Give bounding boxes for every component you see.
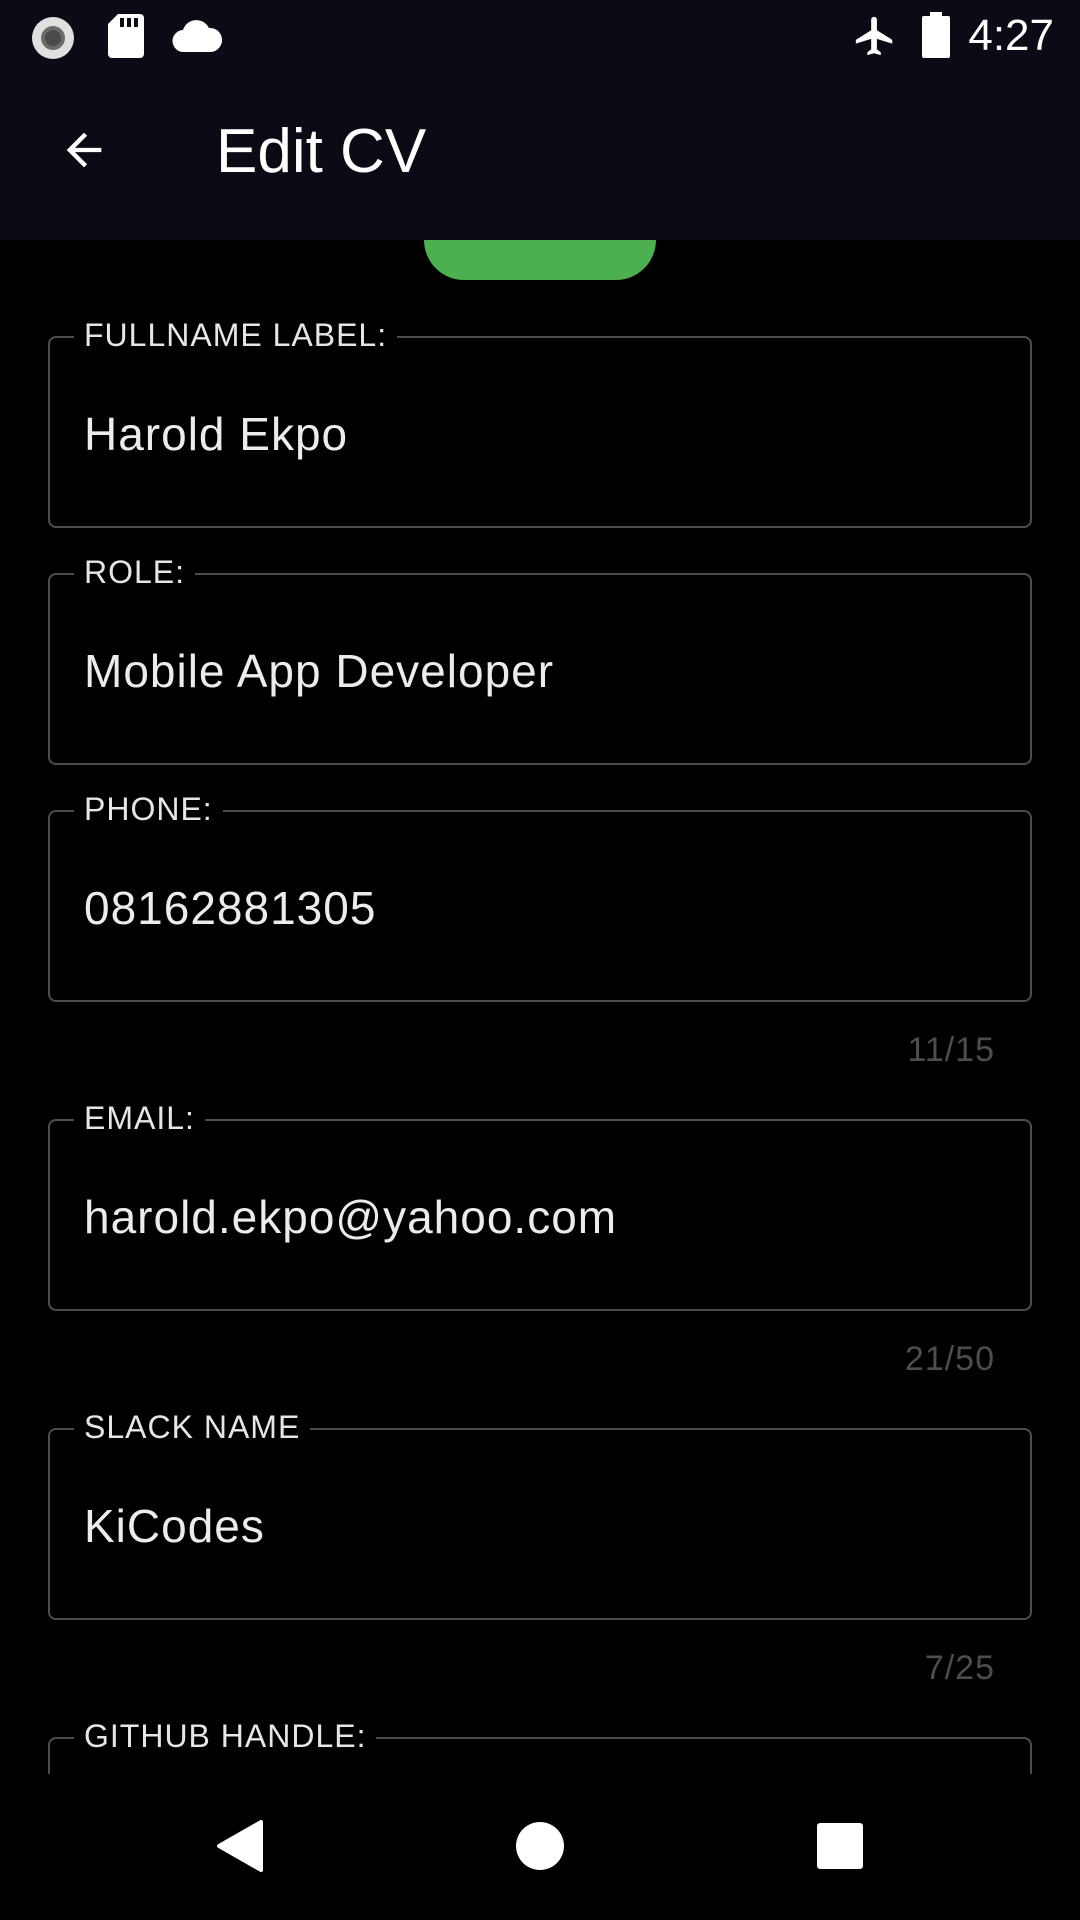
phone-field[interactable]: PHONE: 08162881305 bbox=[48, 791, 1032, 1002]
nav-home-icon bbox=[515, 1821, 565, 1876]
fullname-field[interactable]: FULLNAME LABEL: Harold Ekpo bbox=[48, 317, 1032, 528]
airplane-mode-icon bbox=[852, 12, 898, 65]
back-button[interactable] bbox=[44, 112, 124, 192]
slack-name-char-counter: 7/25 bbox=[924, 1649, 995, 1687]
system-nav-bar bbox=[0, 1774, 1080, 1920]
nav-home-button[interactable] bbox=[492, 1800, 588, 1896]
github-handle-field-label: GITHUB HANDLE: bbox=[74, 1718, 377, 1754]
slack-name-field-label: SLACK NAME bbox=[74, 1409, 311, 1445]
sd-card-icon bbox=[108, 14, 144, 63]
record-icon bbox=[30, 15, 76, 66]
nav-recents-icon bbox=[817, 1822, 863, 1874]
email-field[interactable]: EMAIL: harold.ekpo@yahoo.com bbox=[48, 1100, 1032, 1311]
nav-back-icon bbox=[215, 1818, 265, 1879]
nav-recents-button[interactable] bbox=[792, 1800, 888, 1896]
nav-back-button[interactable] bbox=[192, 1800, 288, 1896]
app-bar: Edit CV bbox=[0, 72, 1080, 240]
phone-input[interactable]: 08162881305 bbox=[84, 880, 1004, 936]
email-field-label: EMAIL: bbox=[74, 1100, 205, 1136]
slack-name-input[interactable]: KiCodes bbox=[84, 1498, 1004, 1554]
page-title: Edit CV bbox=[216, 117, 427, 186]
email-char-counter: 21/50 bbox=[904, 1340, 995, 1378]
role-field[interactable]: ROLE: Mobile App Developer bbox=[48, 554, 1032, 765]
slack-name-field[interactable]: SLACK NAME KiCodes bbox=[48, 1409, 1032, 1620]
edit-cv-form: FULLNAME LABEL: Harold Ekpo ROLE: Mobile… bbox=[0, 240, 1080, 1774]
green-action-button[interactable] bbox=[424, 240, 656, 280]
role-input[interactable]: Mobile App Developer bbox=[84, 643, 1004, 699]
battery-icon bbox=[922, 12, 950, 63]
phone-field-label: PHONE: bbox=[74, 791, 223, 827]
github-handle-field[interactable]: GITHUB HANDLE: bbox=[48, 1718, 1032, 1774]
fullname-field-label: FULLNAME LABEL: bbox=[74, 317, 398, 353]
phone-char-counter: 11/15 bbox=[907, 1031, 995, 1069]
fullname-input[interactable]: Harold Ekpo bbox=[84, 406, 1004, 462]
arrow-back-icon bbox=[58, 124, 110, 181]
cloud-icon bbox=[172, 18, 223, 57]
role-field-label: ROLE: bbox=[74, 554, 196, 590]
status-time: 4:27 bbox=[968, 11, 1054, 60]
email-input[interactable]: harold.ekpo@yahoo.com bbox=[84, 1189, 1004, 1245]
status-bar: 4:27 bbox=[0, 0, 1080, 72]
